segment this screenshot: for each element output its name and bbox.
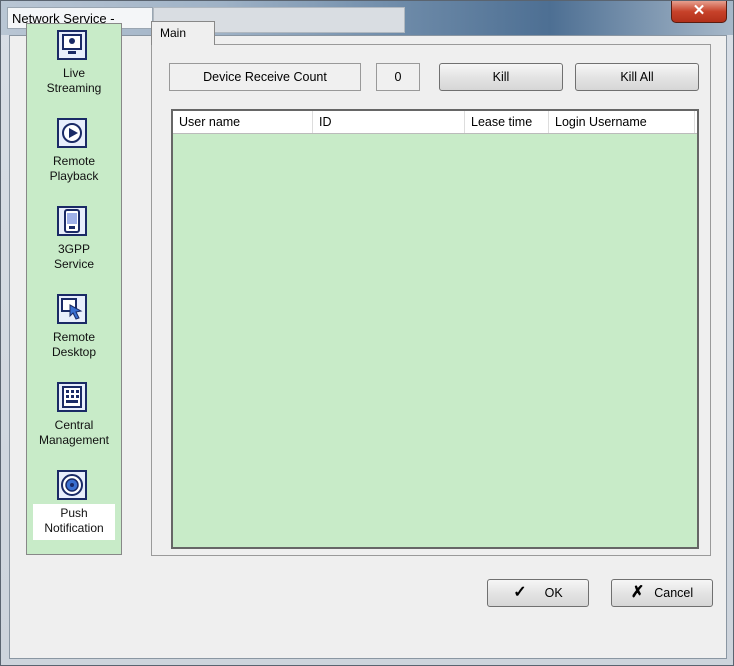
kill-button[interactable]: Kill [439, 63, 563, 91]
user-list-view[interactable]: User name ID Lease time Login Username [171, 109, 699, 549]
cancel-label: Cancel [654, 586, 694, 600]
column-header-user-name[interactable]: User name [173, 111, 313, 133]
sidebar-item-remote-playback[interactable]: Remote Playback [27, 118, 121, 198]
remote-desktop-icon [57, 294, 87, 324]
column-header-login-username[interactable]: Login Username [549, 111, 695, 133]
sidebar-item-remote-desktop[interactable]: Remote Desktop [27, 294, 121, 374]
list-header: User name ID Lease time Login Username [173, 111, 697, 134]
sidebar-item-label: Remote [52, 154, 96, 168]
sidebar-item-push-notification[interactable]: Push Notification [27, 470, 121, 550]
sidebar-item-label: Desktop [51, 345, 97, 359]
sidebar-item-label: Central [54, 418, 94, 432]
ok-label: OK [544, 586, 563, 600]
sidebar-item-label: Push [60, 506, 88, 520]
column-header-lease-time[interactable]: Lease time [465, 111, 549, 133]
tab-main[interactable]: Main [151, 21, 215, 45]
push-notification-icon [57, 470, 87, 500]
sidebar-item-label: Streaming [46, 81, 102, 95]
sidebar-item-label: Remote [52, 330, 96, 344]
device-receive-count-value: 0 [376, 63, 420, 91]
playback-icon [57, 118, 87, 148]
x-icon: ✗ [630, 584, 645, 601]
device-receive-count-label: Device Receive Count [169, 63, 361, 91]
tab-label: Main [160, 26, 187, 40]
checkmark-icon: ✓ [513, 584, 527, 601]
close-icon: ✕ [692, 2, 706, 19]
sidebar-item-label: Management [38, 433, 110, 447]
monitor-icon [57, 30, 87, 60]
close-button[interactable]: ✕ [671, 1, 727, 23]
sidebar-item-label: Live [62, 66, 85, 80]
sidebar-item-label: Notification [44, 521, 104, 535]
sidebar-item-live-streaming[interactable]: Live Streaming [27, 30, 121, 110]
kill-all-button[interactable]: Kill All [575, 63, 699, 91]
sidebar-item-3gpp-service[interactable]: 3GPP Service [27, 206, 121, 286]
building-icon [57, 382, 87, 412]
network-service-window: Network Service - ✕ Live Streaming Remot… [0, 0, 734, 666]
service-sidebar: Live Streaming Remote Playback 3GPP Serv… [26, 23, 122, 555]
sidebar-item-label: Playback [49, 169, 99, 183]
sidebar-item-label: Service [53, 257, 94, 271]
sidebar-item-central-management[interactable]: Central Management [27, 382, 121, 462]
phone-icon [57, 206, 87, 236]
cancel-button[interactable]: ✗ Cancel [611, 579, 713, 607]
sidebar-item-label: 3GPP [57, 242, 90, 256]
column-header-id[interactable]: ID [313, 111, 465, 133]
ok-button[interactable]: ✓ OK [487, 579, 589, 607]
